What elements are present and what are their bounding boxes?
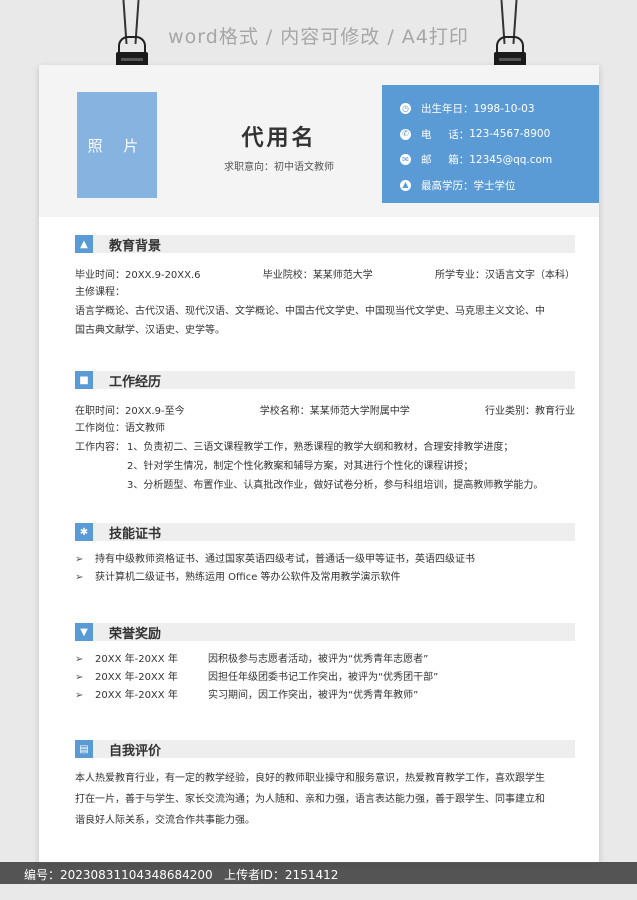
info-degree: ▲ 最高学历： 学士学位	[400, 173, 599, 199]
candidate-name: 代用名	[241, 126, 317, 151]
graduation-school: 毕业院校：某某师范大学	[262, 270, 373, 281]
section-header: ▤ 自我评价	[75, 740, 575, 759]
section-title: 教育背景	[109, 238, 162, 254]
section-education: ▲ 教育背景 毕业时间：20XX.9-20XX.6 毕业院校：某某师范大学 所学…	[75, 235, 575, 340]
contact-info-box: ◷ 出生年日： 1998-10-03 ✆ 电 话： 123-4567-8900 …	[382, 85, 599, 203]
section-header: ▼ 荣誉奖励	[75, 623, 575, 642]
section-header: ✱ 技能证书	[75, 523, 575, 542]
section-skills: ✱ 技能证书 ➢ 持有中级教师资格证书、通过国家英语四级考试，普通话一级甲等证书…	[75, 523, 575, 587]
section-work: ■ 工作经历 在职时间：20XX.9-至今 学校名称：某某师范大学附属中学 行业…	[75, 371, 575, 495]
self-eval-line: 谐良好人际关系，交流合作共事能力强。	[75, 815, 255, 826]
info-phone: ✆ 电 话： 123-4567-8900	[400, 122, 599, 148]
work-time: 在职时间：20XX.9-至今	[75, 406, 185, 417]
list-item: ➢ 20XX 年-20XX 年 因担任年级团委书记工作突出，被评为“优秀团干部”	[75, 669, 575, 687]
list-item: ➢ 持有中级教师资格证书、通过国家英语四级考试，普通话一级甲等证书，英语四级证书	[75, 551, 575, 569]
self-eval-line: 本人热爱教育行业，有一定的教学经验，良好的教师职业操守和服务意识，热爱教育教学工…	[75, 773, 545, 784]
phone-icon: ✆	[400, 128, 411, 140]
courses-line: 国古典文献学、汉语史、史学等。	[75, 325, 225, 336]
section-title: 荣誉奖励	[109, 626, 162, 642]
courses-label: 主修课程：	[75, 287, 125, 298]
arrow-icon: ➢	[75, 672, 84, 683]
graduation-time: 毕业时间：20XX.9-20XX.6	[75, 270, 201, 281]
work-school: 学校名称：某某师范大学附属中学	[259, 406, 410, 417]
section-title: 工作经历	[109, 374, 162, 390]
section-self-evaluation: ▤ 自我评价 本人热爱教育行业，有一定的教学经验，良好的教师职业操守和服务意识，…	[75, 740, 575, 831]
info-birth: ◷ 出生年日： 1998-10-03	[400, 102, 535, 116]
section-header: ▲ 教育背景	[75, 235, 575, 254]
section-honors: ▼ 荣誉奖励 ➢ 20XX 年-20XX 年 因积极参与志愿者活动，被评为“优秀…	[75, 623, 575, 705]
major: 所学专业：汉语言文字（本科）	[434, 270, 575, 281]
work-position: 工作岗位：语文教师	[75, 423, 165, 434]
section-title: 自我评价	[109, 743, 162, 759]
work-industry: 行业类别：教育行业	[484, 406, 575, 417]
resume-page: 照 片 代用名 求职意向：初中语文教师 ◷ 出生年日： 1998-10-03 ✆…	[39, 65, 599, 863]
courses-line: 语言学概论、古代汉语、现代汉语、文学概论、中国古代文学史、中国现当代文学史、马克…	[75, 306, 545, 317]
banner-text: word格式 / 内容可修改 / A4打印	[168, 26, 469, 48]
mail-icon: ✉	[400, 154, 411, 166]
arrow-icon: ➢	[75, 572, 84, 583]
graduation-cap-icon: ▲	[400, 179, 411, 191]
list-item: ➢ 20XX 年-20XX 年 因积极参与志愿者活动，被评为“优秀青年志愿者”	[75, 651, 575, 669]
graduation-cap-icon: ▲	[75, 235, 93, 253]
list-item: ➢ 获计算机二级证书，熟练运用 Office 等办公软件及常用教学演示软件	[75, 569, 575, 587]
section-title: 技能证书	[109, 526, 162, 542]
gear-icon: ✱	[75, 523, 93, 541]
self-eval-line: 打在一片，善于与学生、家长交流沟通；为人随和、亲和力强，语言表达能力强，善于跟学…	[75, 794, 545, 805]
work-content-item: 2、针对学生情况，制定个性化教案和辅导方案，对其进行个性化的课程讲授；	[127, 461, 474, 472]
job-intent: 求职意向：初中语文教师	[224, 162, 334, 173]
list-item: ➢ 20XX 年-20XX 年 实习期间，因工作突出，被评为“优秀青年教师”	[75, 687, 575, 705]
footer-id-text: 编号：20230831104348684200 上传者ID：2151412	[24, 868, 339, 882]
work-content-label: 工作内容：	[75, 442, 125, 453]
section-header: ■ 工作经历	[75, 371, 575, 390]
info-email: ✉ 邮 箱： 12345@qq.com	[400, 147, 599, 173]
document-icon: ▤	[75, 740, 93, 758]
arrow-icon: ➢	[75, 554, 84, 565]
trophy-icon: ▼	[75, 623, 93, 641]
calendar-icon: ◷	[400, 103, 411, 115]
arrow-icon: ➢	[75, 654, 84, 665]
work-content-item: 3、分析题型、布置作业、认真批改作业，做好试卷分析，参与科组培训，提高教师教学能…	[127, 480, 544, 491]
arrow-icon: ➢	[75, 690, 84, 701]
work-content-item: 1、负责初二、三语文课程教学工作，熟悉课程的教学大纲和教材，合理安排教学进度；	[127, 442, 514, 453]
photo-placeholder: 照 片	[77, 92, 157, 198]
briefcase-icon: ■	[75, 371, 93, 389]
